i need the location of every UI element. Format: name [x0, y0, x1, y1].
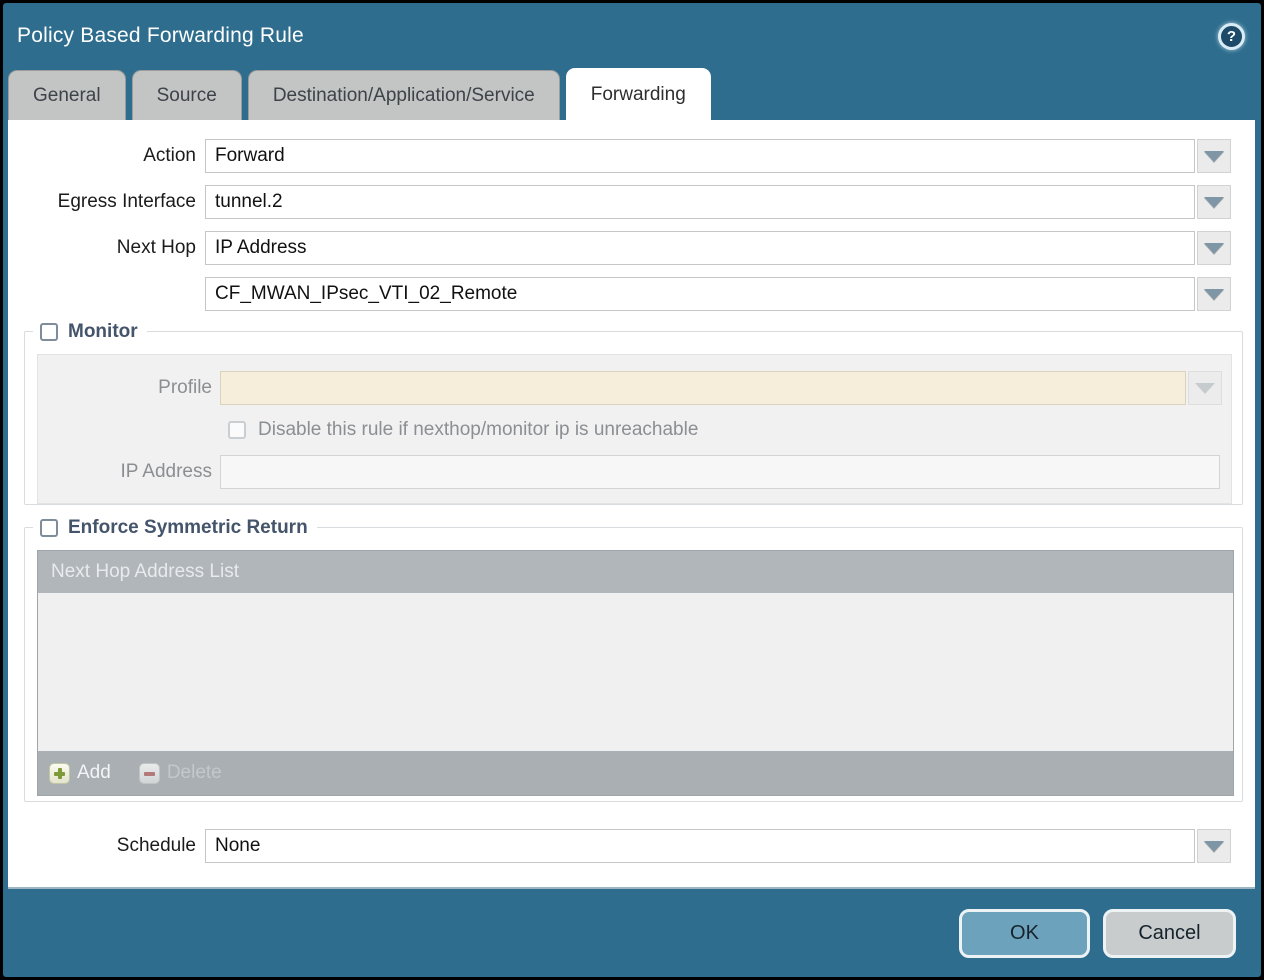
chevron-down-icon	[1204, 151, 1224, 162]
action-row: Action Forward	[8, 139, 1255, 173]
next-hop-address-list-header: Next Hop Address List	[38, 551, 1233, 593]
monitor-group: Monitor Profile Disable this rule if nex…	[24, 331, 1243, 505]
next-hop-address-list-body	[38, 593, 1233, 751]
add-button-label: Add	[77, 762, 111, 784]
chevron-down-icon	[1204, 289, 1224, 300]
delete-button-label: Delete	[167, 762, 222, 784]
egress-interface-row: Egress Interface tunnel.2	[8, 185, 1255, 219]
monitor-ip-address-label: IP Address	[38, 461, 220, 483]
tab-source[interactable]: Source	[132, 70, 242, 120]
disable-rule-checkbox[interactable]	[228, 421, 246, 439]
dialog-title: Policy Based Forwarding Rule	[17, 24, 304, 48]
tab-forwarding[interactable]: Forwarding	[566, 68, 711, 120]
forwarding-tab-content: Action Forward Egress Interface tunnel.2…	[8, 120, 1255, 889]
next-hop-type-select[interactable]: IP Address	[205, 231, 1195, 265]
profile-select[interactable]	[220, 371, 1186, 405]
ok-button[interactable]: OK	[959, 909, 1090, 958]
profile-row: Profile	[38, 371, 1231, 405]
egress-interface-select[interactable]: tunnel.2	[205, 185, 1195, 219]
next-hop-address-dropdown-button[interactable]	[1197, 277, 1231, 311]
next-hop-address-select[interactable]: CF_MWAN_IPsec_VTI_02_Remote	[205, 277, 1195, 311]
monitor-title: Monitor	[68, 321, 138, 343]
chevron-down-icon	[1195, 383, 1215, 394]
action-dropdown-button[interactable]	[1197, 139, 1231, 173]
cancel-button[interactable]: Cancel	[1103, 909, 1236, 958]
add-button[interactable]: Add	[49, 762, 111, 784]
help-icon[interactable]: ?	[1218, 23, 1245, 50]
profile-label: Profile	[38, 377, 220, 399]
monitor-panel: Profile Disable this rule if nexthop/mon…	[37, 354, 1232, 504]
profile-dropdown-button[interactable]	[1188, 371, 1222, 405]
schedule-select[interactable]: None	[205, 829, 1195, 863]
next-hop-address-row: CF_MWAN_IPsec_VTI_02_Remote	[8, 277, 1255, 311]
next-hop-address-list-table: Next Hop Address List Add Delete	[37, 550, 1234, 796]
enforce-symmetric-return-group: Enforce Symmetric Return Next Hop Addres…	[24, 527, 1243, 802]
plus-icon	[49, 763, 70, 784]
monitor-ip-address-row: IP Address	[38, 455, 1231, 489]
tab-bar: General Source Destination/Application/S…	[3, 69, 1261, 120]
minus-icon	[139, 763, 160, 784]
next-hop-address-list-footer: Add Delete	[38, 751, 1233, 795]
next-hop-label: Next Hop	[8, 237, 205, 259]
chevron-down-icon	[1204, 197, 1224, 208]
action-select[interactable]: Forward	[205, 139, 1195, 173]
disable-rule-label: Disable this rule if nexthop/monitor ip …	[258, 419, 698, 441]
delete-button[interactable]: Delete	[139, 762, 222, 784]
schedule-label: Schedule	[8, 835, 205, 857]
enforce-symmetric-return-checkbox[interactable]	[40, 519, 58, 537]
tab-destination-application-service[interactable]: Destination/Application/Service	[248, 70, 560, 120]
egress-interface-label: Egress Interface	[8, 191, 205, 213]
schedule-dropdown-button[interactable]	[1197, 829, 1231, 863]
schedule-row: Schedule None	[8, 829, 1255, 863]
egress-interface-dropdown-button[interactable]	[1197, 185, 1231, 219]
dialog-titlebar: Policy Based Forwarding Rule ?	[3, 3, 1261, 69]
enforce-symmetric-return-title: Enforce Symmetric Return	[68, 517, 308, 539]
enforce-symmetric-return-legend: Enforce Symmetric Return	[33, 514, 317, 541]
monitor-ip-address-input[interactable]	[220, 455, 1220, 489]
monitor-legend: Monitor	[33, 318, 147, 345]
disable-rule-row: Disable this rule if nexthop/monitor ip …	[228, 417, 1231, 443]
chevron-down-icon	[1204, 841, 1224, 852]
chevron-down-icon	[1204, 243, 1224, 254]
next-hop-dropdown-button[interactable]	[1197, 231, 1231, 265]
tab-general[interactable]: General	[8, 70, 126, 120]
monitor-checkbox[interactable]	[40, 323, 58, 341]
policy-based-forwarding-dialog: Policy Based Forwarding Rule ? General S…	[0, 0, 1264, 980]
action-label: Action	[8, 145, 205, 167]
next-hop-row: Next Hop IP Address	[8, 231, 1255, 265]
dialog-footer: OK Cancel	[3, 885, 1261, 977]
